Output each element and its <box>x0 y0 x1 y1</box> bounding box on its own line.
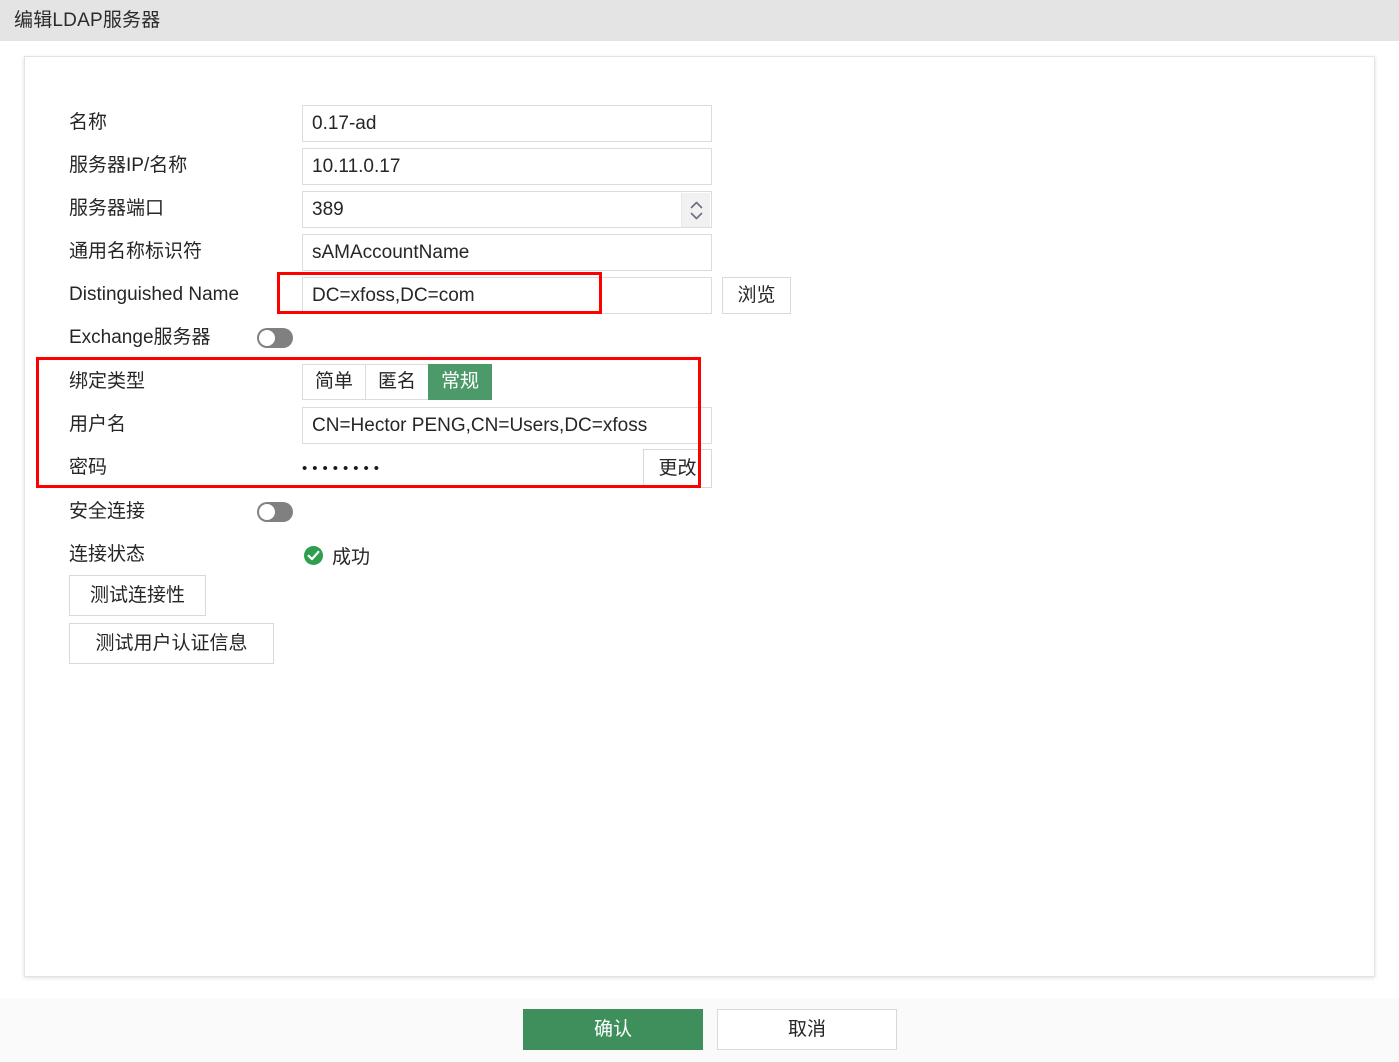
label-name: 名称 <box>69 112 108 133</box>
bind-type-option-simple[interactable]: 简单 <box>302 364 366 400</box>
chevron-up-icon <box>690 201 702 209</box>
toggle-knob <box>259 330 275 346</box>
change-password-button[interactable]: 更改 <box>643 449 712 488</box>
cancel-button[interactable]: 取消 <box>717 1009 897 1050</box>
server-ip-input[interactable]: 10.11.0.17 <box>302 148 712 185</box>
server-port-input[interactable]: 389 <box>302 191 712 228</box>
label-secure-connection: 安全连接 <box>69 501 146 522</box>
toggle-knob <box>259 504 275 520</box>
label-bind-type: 绑定类型 <box>69 371 146 392</box>
common-name-identifier-input[interactable]: sAMAccountName <box>302 234 712 271</box>
secure-connection-toggle[interactable] <box>257 502 293 522</box>
label-distinguished-name: Distinguished Name <box>69 284 240 305</box>
label-server-ip: 服务器IP/名称 <box>69 155 188 176</box>
test-user-auth-button[interactable]: 测试用户认证信息 <box>69 623 274 664</box>
server-port-stepper[interactable] <box>681 193 710 227</box>
label-exchange-server: Exchange服务器 <box>69 327 211 348</box>
label-connection-status: 连接状态 <box>69 544 146 565</box>
browse-button[interactable]: 浏览 <box>722 277 791 314</box>
dialog-footer: 确认 取消 <box>0 998 1399 1062</box>
server-port-value: 389 <box>312 199 344 220</box>
bind-type-segmented-control[interactable]: 简单 匿名 常规 <box>302 364 493 400</box>
label-password: 密码 <box>69 457 108 478</box>
window-titlebar: 编辑LDAP服务器 <box>0 0 1399 41</box>
username-input[interactable]: CN=Hector PENG,CN=Users,DC=xfoss <box>302 407 712 444</box>
label-username: 用户名 <box>69 414 127 435</box>
password-masked-value: •••••••• <box>302 460 385 477</box>
bind-type-option-anonymous[interactable]: 匿名 <box>365 364 429 400</box>
exchange-server-toggle[interactable] <box>257 328 293 348</box>
bind-type-option-regular[interactable]: 常规 <box>428 364 493 400</box>
label-common-name-identifier: 通用名称标识符 <box>69 241 203 262</box>
ldap-server-form-card: 名称 0.17-ad 服务器IP/名称 10.11.0.17 服务器端口 389… <box>24 56 1375 977</box>
name-input[interactable]: 0.17-ad <box>302 105 712 142</box>
distinguished-name-input[interactable]: DC=xfoss,DC=com <box>302 277 712 314</box>
connection-status-text: 成功 <box>332 546 371 568</box>
chevron-down-icon <box>690 212 702 220</box>
success-check-icon <box>304 545 323 565</box>
confirm-button[interactable]: 确认 <box>523 1009 703 1050</box>
window-title: 编辑LDAP服务器 <box>14 10 161 31</box>
test-connectivity-button[interactable]: 测试连接性 <box>69 575 206 616</box>
connection-status-value: 成功 <box>303 540 370 570</box>
label-server-port: 服务器端口 <box>69 198 165 219</box>
